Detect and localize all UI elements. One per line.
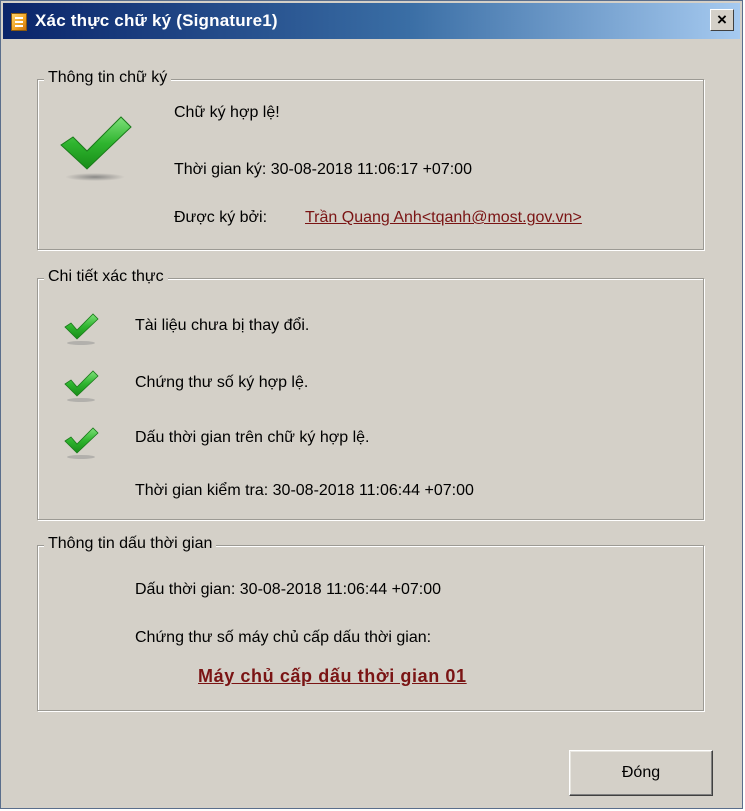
tsa-name-link[interactable]: Máy chủ cấp dấu thời gian 01 bbox=[198, 666, 467, 687]
document-signature-icon bbox=[11, 13, 27, 31]
title-bar[interactable]: Xác thực chữ ký (Signature1) × bbox=[3, 3, 740, 39]
close-button[interactable]: Đóng bbox=[569, 750, 713, 796]
checkmark-icon bbox=[64, 427, 99, 459]
tsa-cert-label: Chứng thư số máy chủ cấp dấu thời gian: bbox=[135, 629, 432, 646]
signature-verification-dialog: Xác thực chữ ký (Signature1) × Thông tin… bbox=[0, 0, 743, 809]
large-checkmark-icon bbox=[60, 116, 132, 181]
checkmark-icon bbox=[64, 313, 99, 345]
checkmark-icon bbox=[64, 370, 99, 402]
timestamp-text: Dấu thời gian: 30-08-2018 11:06:44 +07:0… bbox=[135, 581, 441, 598]
signature-status-text: Chữ ký hợp lệ! bbox=[174, 104, 280, 121]
signer-link[interactable]: Trần Quang Anh<tqanh@most.gov.vn> bbox=[305, 209, 582, 227]
close-window-button[interactable]: × bbox=[710, 9, 734, 31]
signature-info-legend: Thông tin chữ ký bbox=[44, 69, 172, 87]
signed-by-label: Được ký bởi: bbox=[174, 209, 268, 226]
check-time-text: Thời gian kiểm tra: 30-08-2018 11:06:44 … bbox=[135, 482, 474, 499]
timestamp-info-legend: Thông tin dấu thời gian bbox=[44, 535, 217, 553]
verification-item-signing-cert-valid: Chứng thư số ký hợp lệ. bbox=[135, 374, 309, 391]
sign-time-text: Thời gian ký: 30-08-2018 11:06:17 +07:00 bbox=[174, 161, 472, 178]
window-title: Xác thực chữ ký (Signature1) bbox=[35, 11, 278, 30]
verification-item-document-unchanged: Tài liệu chưa bị thay đổi. bbox=[135, 317, 310, 334]
verification-details-legend: Chi tiết xác thực bbox=[44, 268, 168, 286]
verification-item-timestamp-valid: Dấu thời gian trên chữ ký hợp lệ. bbox=[135, 429, 370, 446]
